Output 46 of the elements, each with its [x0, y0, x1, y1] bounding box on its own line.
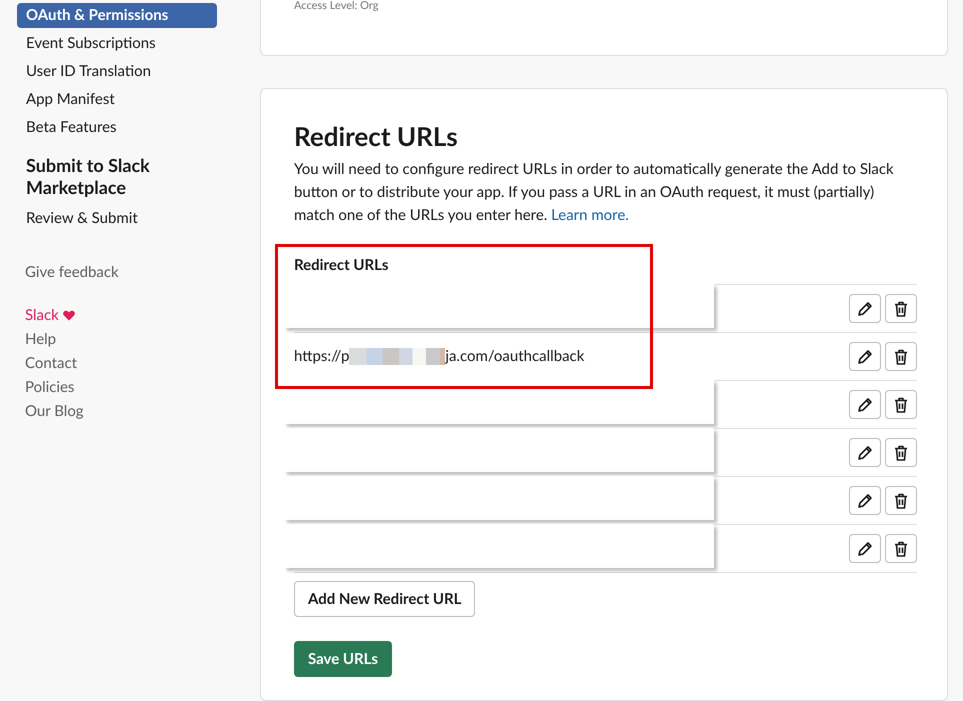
description-text: You will need to configure redirect URLs in order to automatically generate the Add to Slack button or to distribute your app. If you pass a URL in an OAuth request, it must (partially) match one of the URLs you enter here. Learn more. — [294, 159, 895, 226]
footer-link[interactable]: Slack — [25, 303, 75, 327]
edit-button[interactable] — [849, 390, 881, 419]
add-url-button[interactable]: Add New Redirect URL — [294, 581, 476, 617]
access-level-text: Access Level: Org — [294, 0, 380, 12]
delete-button[interactable] — [885, 486, 917, 515]
delete-button[interactable] — [885, 294, 917, 323]
edit-button[interactable] — [849, 486, 881, 515]
edit-button[interactable] — [849, 534, 881, 563]
delete-button[interactable] — [885, 390, 917, 419]
footer-link[interactable]: Policies — [25, 375, 74, 399]
pencil-icon — [856, 300, 874, 318]
footer-link[interactable]: Contact — [25, 351, 78, 375]
delete-button[interactable] — [885, 438, 917, 467]
sidebar-section-title: Submit to Slack Marketplace — [25, 154, 151, 198]
footer-link[interactable]: Our Blog — [25, 399, 84, 423]
trash-icon — [892, 492, 910, 510]
delete-button[interactable] — [885, 534, 917, 563]
pencil-icon — [856, 396, 874, 414]
feedback-link[interactable]: Give feedback — [17, 260, 217, 284]
trash-icon — [892, 396, 910, 414]
trash-icon — [892, 444, 910, 462]
sidebar-item[interactable]: User ID Translation — [17, 59, 217, 84]
pencil-icon — [856, 540, 874, 558]
learn-more-link[interactable]: Learn more. — [551, 206, 629, 224]
pencil-icon — [856, 492, 874, 510]
edit-button[interactable] — [849, 342, 881, 371]
list-label: Redirect URLs — [294, 255, 388, 275]
trash-icon — [892, 300, 910, 318]
sidebar-item[interactable]: Review & Submit — [17, 206, 217, 231]
trash-icon — [892, 348, 910, 366]
sidebar-item[interactable]: OAuth & Permissions — [17, 3, 217, 28]
edit-button[interactable] — [849, 438, 881, 467]
delete-button[interactable] — [885, 342, 917, 371]
sidebar-item[interactable]: Event Subscriptions — [17, 31, 217, 56]
sidebar-item[interactable]: Beta Features — [17, 115, 217, 140]
save-urls-button[interactable]: Save URLs — [294, 641, 392, 677]
sidebar-item[interactable]: App Manifest — [17, 87, 217, 112]
url-text: https://p ja.com/oauthcallback — [294, 346, 584, 368]
heart-icon — [62, 310, 75, 320]
section-title: Redirect URLs — [294, 121, 459, 151]
pencil-icon — [856, 444, 874, 462]
footer-link[interactable]: Help — [25, 327, 56, 351]
trash-icon — [892, 540, 910, 558]
edit-button[interactable] — [849, 294, 881, 323]
pencil-icon — [856, 348, 874, 366]
